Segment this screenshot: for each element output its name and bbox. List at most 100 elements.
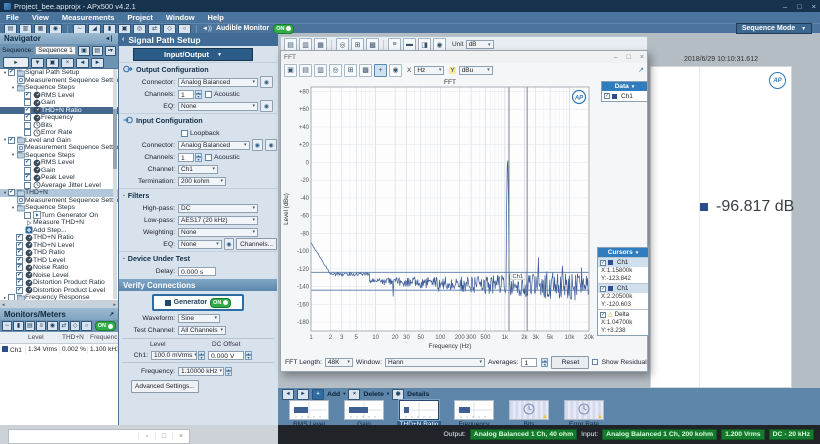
add-measurement-button[interactable]: Add — [327, 391, 340, 398]
minimize-button[interactable]: – — [783, 2, 787, 11]
quad-view-icon[interactable]: ▩ — [359, 64, 372, 77]
layout-icon[interactable]: ▣ — [118, 24, 131, 34]
tree-item-checkbox[interactable]: ✓ — [16, 242, 23, 249]
graph-settings-icon[interactable]: ◉ — [389, 64, 402, 77]
section-input-configuration[interactable]: Input Configuration — [119, 113, 277, 127]
details-icon[interactable]: ◉ — [392, 389, 404, 400]
pin-icon[interactable]: ▾ — [636, 250, 639, 256]
channel-settings-icon[interactable]: ◉ — [265, 139, 277, 151]
all-channels-select[interactable]: All Channels▾ — [178, 326, 226, 335]
cursors-header[interactable]: Cursors ▾ — [598, 248, 648, 257]
acoustic-checkbox[interactable] — [205, 154, 212, 161]
tree-item-noise-level[interactable]: ✓Noise Level — [0, 272, 118, 280]
channel-settings-icon[interactable]: ◉ — [224, 238, 234, 250]
ch1-select[interactable]: Ch1▾ — [178, 165, 218, 174]
save-project-icon[interactable]: ▦ — [34, 24, 47, 34]
averages-spinner[interactable]: ▴▾ — [541, 358, 548, 367]
delayinput[interactable]: 0.000 s — [178, 267, 216, 276]
cursor-checkbox[interactable]: ✓ — [600, 260, 606, 266]
notes-icon[interactable]: ▪▾ — [105, 46, 116, 56]
cursor-checkbox[interactable]: ✓ — [600, 312, 606, 318]
bar-meter-icon[interactable]: ▮ — [13, 321, 23, 331]
tree-item-frequency[interactable]: ✓Frequency — [0, 114, 118, 122]
zoom-select-icon[interactable]: ◎ — [329, 64, 342, 77]
tree-item-thd-n-ratio[interactable]: ✓THD+N Ratio — [0, 107, 118, 115]
back-arrow-icon[interactable]: ‹ — [122, 36, 124, 43]
menu-project[interactable]: Project — [127, 13, 152, 22]
arrange-windows-icon[interactable]: ▣ — [284, 64, 297, 77]
tree-item-checkbox[interactable]: ✓ — [16, 257, 23, 264]
bluetooth-icon[interactable]: ◇ — [70, 321, 80, 331]
channelsinput[interactable]: 1 — [178, 90, 194, 99]
analog-balanced-select[interactable]: Analog Balanced▾ — [178, 141, 250, 150]
200-kohm-select[interactable]: 200 kohm▾ — [178, 177, 226, 186]
thumbnail-preview[interactable]: ▲ — [564, 400, 604, 420]
tree-item-thd-n-ratio[interactable]: ✓THD+N Ratio — [0, 234, 118, 242]
power-icon[interactable]: ○ — [81, 321, 91, 331]
tree-item-gain[interactable]: Gain — [0, 167, 118, 175]
tree-item-sequence-steps[interactable]: ▾Sequence Steps — [0, 204, 118, 212]
legend-item-ch1[interactable]: ✓Ch1 — [602, 91, 647, 101]
frequency-spinner[interactable]: ▴▾ — [225, 367, 232, 376]
tree-item-noise-ratio[interactable]: ✓Noise Ratio — [0, 264, 118, 272]
step-back-icon[interactable]: ◄ — [76, 58, 89, 68]
menu-window[interactable]: Window — [166, 13, 195, 22]
menu-measurements[interactable]: Measurements — [62, 13, 115, 22]
scope-icon[interactable]: ◉ — [47, 321, 57, 331]
level-sweep-icon[interactable]: ◢ — [88, 24, 101, 34]
tree-item-checkbox[interactable] — [24, 167, 31, 174]
minimized-window[interactable]: ▫ □ × — [8, 429, 190, 444]
none-select[interactable]: None▾ — [178, 102, 258, 111]
thumbnail-preview[interactable]: ▲ — [509, 400, 549, 420]
meters-icon[interactable]: ▮ — [103, 24, 116, 34]
thumbnail-preview[interactable] — [289, 400, 329, 420]
level-spinner[interactable]: ▴▾ — [198, 351, 205, 360]
run-sequence-button[interactable]: ► — [3, 57, 29, 68]
tree-item-thd-level[interactable]: ✓THD Level — [0, 257, 118, 265]
monitors-toggle[interactable]: ON — [95, 321, 116, 331]
tree-item-checkbox[interactable]: ✓ — [16, 272, 23, 279]
crosshair-cursor-icon[interactable]: + — [374, 64, 387, 77]
bluetooth-icon[interactable]: ◇ — [163, 24, 176, 34]
data-legend-header[interactable]: Data ▾ — [602, 82, 647, 91]
generator-frequency-select[interactable]: 1.10000 kHz▾ — [178, 367, 224, 376]
tree-item-rms-level[interactable]: ✓RMS Level — [0, 92, 118, 100]
tree-item-rms-level[interactable]: ✓RMS Level — [0, 159, 118, 167]
move-down-icon[interactable]: ▼ — [31, 58, 44, 68]
fft-close-button[interactable]: × — [640, 54, 644, 61]
settings-icon[interactable]: ◉ — [49, 24, 62, 34]
unit-select[interactable]: dB▾ — [466, 40, 494, 49]
tree-item-checkbox[interactable] — [24, 122, 31, 129]
clear-icon[interactable]: × — [61, 58, 74, 68]
sequence-mode-selector[interactable]: Sequence Mode▼ — [736, 23, 812, 34]
channel-settings-icon[interactable]: ◉ — [252, 139, 264, 151]
scroll-right-icon[interactable]: ► — [297, 389, 309, 400]
tree-item-bits[interactable]: Bits — [0, 122, 118, 130]
tree-item-checkbox[interactable]: ✓ — [8, 137, 15, 144]
tree-item-checkbox[interactable]: ✓ — [24, 174, 31, 181]
add-sequence-icon[interactable]: ▣ — [78, 46, 89, 56]
signal-path-icon[interactable]: ∼ — [73, 24, 86, 34]
mini-minimize-button[interactable]: ▫ — [138, 433, 155, 440]
fit-view-icon[interactable]: ▥ — [314, 64, 327, 77]
tree-item-thd-n-level[interactable]: ✓THD+N Level — [0, 242, 118, 250]
tile-view-icon[interactable]: ⊞ — [344, 64, 357, 77]
menu-help[interactable]: Help — [208, 13, 224, 22]
show-residual-checkbox[interactable] — [592, 359, 598, 365]
print-report-icon[interactable]: ▥ — [19, 24, 32, 34]
channel-settings-icon[interactable]: ◉ — [260, 76, 273, 88]
tree-item-checkbox[interactable]: ✓ — [8, 69, 15, 76]
cursor-entry-2[interactable]: ✓Ch1X:2.20500kY:-120.603 — [598, 283, 648, 309]
tree-item-checkbox[interactable]: ✓ — [24, 159, 31, 166]
tree-item-checkbox[interactable]: ✓ — [24, 107, 31, 114]
sweep-icon[interactable]: ≡ — [36, 321, 46, 331]
tree-item-turn-generator-on[interactable]: Turn Generator On — [0, 212, 118, 220]
details-button[interactable]: Details — [407, 391, 429, 398]
step-forward-icon[interactable]: ► — [91, 58, 104, 68]
generator-level-select[interactable]: 100.0 mVrms▾ — [151, 351, 197, 360]
channel-settings-icon[interactable]: ◉ — [260, 100, 273, 112]
window-select[interactable]: Hann▾ — [385, 358, 485, 367]
tree-item-checkbox[interactable] — [24, 129, 31, 136]
advanced-settings-button[interactable]: Advanced Settings... — [131, 380, 199, 393]
cursor-entry-3[interactable]: ✓△DeltaX:1.04700kY:+3.238 — [598, 309, 648, 335]
